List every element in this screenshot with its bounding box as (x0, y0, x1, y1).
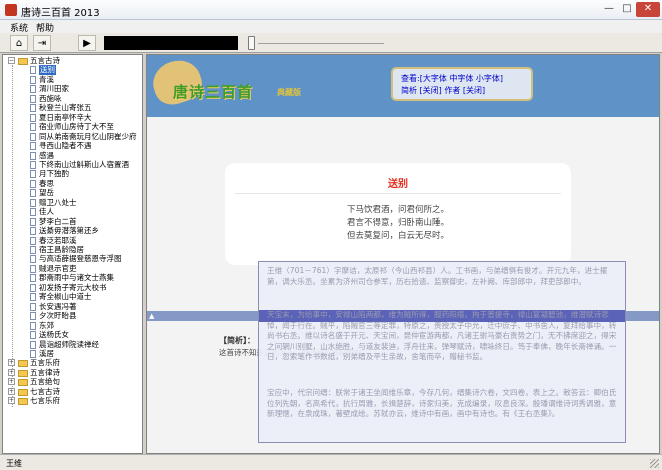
status-bar: 王维 (0, 454, 662, 470)
document-icon (30, 246, 36, 254)
author-bio-paragraph: 王维（701－761）字摩诘，太原祁（今山西祁县）人。工书画，与弟缙俱有俊才。开… (267, 266, 608, 286)
collapse-icon[interactable]: − (8, 57, 15, 64)
exit-icon[interactable]: ⇥ (33, 35, 51, 51)
collapse-arrow-icon[interactable]: ▲ (149, 312, 154, 320)
document-icon (30, 293, 36, 302)
document-icon (30, 189, 36, 198)
analysis-title: 【简析】： (219, 336, 255, 345)
poem-title: 送别 (388, 179, 408, 190)
divider (235, 193, 561, 194)
document-icon (30, 151, 36, 160)
document-icon (30, 255, 36, 264)
maximize-button[interactable]: □ (616, 2, 638, 17)
document-icon (30, 217, 36, 226)
document-icon (30, 274, 36, 283)
logo-text: 唐诗三百首 (173, 83, 254, 101)
toolbar: ⌂ ⇥ ▶ (0, 33, 662, 53)
document-icon (30, 283, 36, 292)
document-icon (30, 302, 36, 311)
document-icon (30, 321, 36, 330)
app-icon (5, 4, 17, 16)
poem-line: 下马饮君酒，问君何所之。 (346, 205, 449, 215)
font-size-options[interactable]: 查看:[大字体 中字体 小字体] (401, 73, 503, 84)
document-icon (30, 340, 36, 349)
folder-icon (18, 388, 28, 396)
poem-tree[interactable]: − 五言古诗 送别 青溪 渭川田家 西施咏 秋登兰山寄张五 夏日南亭怀辛大 宿业师山房待丁大不至… (2, 54, 143, 454)
view-options-box: 查看:[大字体 中字体 小字体] 简析 [关闭] 作者 [关闭] (391, 67, 533, 101)
document-icon (30, 66, 36, 75)
volume-slider-thumb[interactable] (248, 36, 255, 50)
document-icon (30, 236, 36, 245)
folder-icon (18, 398, 28, 406)
document-icon (30, 227, 36, 236)
title-bar: 唐诗三百首 2013 — □ ✕ (0, 0, 662, 20)
resize-grip-icon[interactable] (650, 459, 659, 468)
expand-icon[interactable]: + (8, 359, 15, 367)
panel-toggle-options[interactable]: 简析 [关闭] 作者 [关闭] (401, 85, 485, 96)
expand-icon[interactable]: + (8, 378, 15, 386)
document-icon (30, 331, 36, 340)
folder-icon (18, 379, 28, 387)
document-icon (30, 75, 36, 84)
document-icon (30, 160, 36, 169)
document-icon (30, 208, 36, 217)
document-icon (30, 312, 36, 321)
document-icon (30, 104, 36, 113)
document-icon (30, 142, 36, 151)
document-icon (30, 94, 36, 103)
author-bio-paragraph: 宝应中，代宗问缙：朕常于诸王坐闻维乐章，今存几何，缙集诗六卷，文四卷，表上之。敕… (267, 388, 617, 418)
search-input[interactable] (104, 36, 238, 50)
logo-subtitle: 典藏版 (277, 88, 301, 97)
document-icon (30, 198, 36, 207)
home-icon[interactable]: ⌂ (10, 35, 28, 51)
document-icon (30, 349, 36, 358)
menu-bar: 系统 帮助 (0, 20, 662, 34)
document-icon (30, 132, 36, 141)
poem-card: 送别 下马饮君酒，问君何所之。 君言不得意，归卧南山陲。 但去莫复问，白云无尽时… (225, 163, 571, 265)
window-title: 唐诗三百首 2013 (21, 8, 100, 19)
document-icon (30, 85, 36, 94)
close-button[interactable]: ✕ (636, 2, 660, 17)
volume-slider-track[interactable] (258, 43, 384, 44)
document-icon (30, 264, 36, 273)
author-popup: 王维（701－761）字摩诘，太原祁（今山西祁县）人。工书画，与弟缙俱有俊才。开… (258, 261, 626, 443)
document-icon (30, 179, 36, 188)
play-icon[interactable]: ▶ (78, 35, 96, 51)
folder-icon (18, 360, 28, 368)
banner: 唐诗三百首 典藏版 查看:[大字体 中字体 小字体] 简析 [关闭] 作者 [关… (147, 55, 659, 117)
status-text: 王维 (6, 459, 22, 468)
expand-icon[interactable]: + (8, 397, 15, 405)
expand-icon[interactable]: + (8, 368, 15, 376)
document-icon (30, 113, 36, 122)
folder-icon (18, 58, 28, 65)
document-icon (30, 123, 36, 132)
poem-line: 但去莫复问，白云无尽时。 (346, 231, 449, 241)
tree-item-label: 七言乐府 (30, 396, 60, 406)
poem-line: 君言不得意，归卧南山陲。 (346, 218, 449, 228)
author-bio-paragraph: 天宝末，为给事中，安禄山陷两都，维为贼所得，服药阳瘖，拘于普提寺，禄山宴凝碧池，… (267, 310, 617, 361)
expand-icon[interactable]: + (8, 387, 15, 395)
folder-icon (18, 369, 28, 377)
document-icon (30, 170, 36, 179)
tree-guide-line (12, 65, 13, 407)
